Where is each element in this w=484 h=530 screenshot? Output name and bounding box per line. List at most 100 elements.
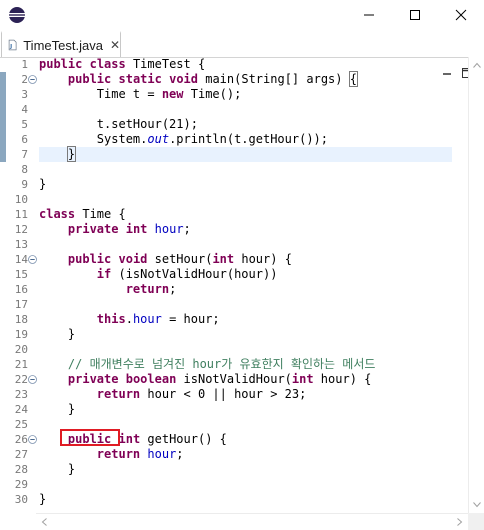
code-line[interactable]: 14 public void setHour(int hour) { [0,252,468,267]
line-number: 11 [14,208,28,221]
code-text[interactable]: // 매개변수로 넘겨진 hour가 유효한지 확인하는 메서드 [39,357,376,372]
code-line[interactable]: 16 return; [0,282,468,297]
line-number: 1 [21,58,28,71]
code-text[interactable]: System.out.println(t.getHour()); [39,132,328,147]
maximize-button[interactable] [392,0,438,30]
code-editor[interactable]: 1 public class TimeTest {2 public static … [0,57,468,513]
code-line[interactable]: 10 [0,192,468,207]
highlight-box [60,429,120,446]
line-number: 8 [21,163,28,176]
minimize-button[interactable] [346,0,392,30]
line-number: 12 [14,223,28,236]
code-text[interactable]: public class TimeTest { [39,57,205,72]
code-text[interactable]: return; [39,282,177,297]
horizontal-scrollbar[interactable] [36,513,468,530]
line-number: 29 [14,478,28,491]
editor-tab-bar: J TimeTest.java ✕ [0,30,484,78]
code-line[interactable]: 17 [0,297,468,312]
line-number: 9 [21,178,28,191]
code-text[interactable]: if (isNotValidHour(hour)) [39,267,278,282]
line-number: 25 [14,418,28,431]
code-line[interactable]: 3 Time t = new Time(); [0,87,468,102]
code-text[interactable]: } [39,177,46,192]
code-text[interactable]: } [39,462,75,477]
code-text[interactable]: private int hour; [39,222,191,237]
line-number: 14 [14,253,28,266]
code-line[interactable]: 28 } [0,462,468,477]
code-text[interactable]: } [39,492,46,507]
code-line[interactable]: 27 return hour; [0,447,468,462]
tab-timetest-java[interactable]: J TimeTest.java ✕ [1,31,121,57]
line-number: 18 [14,313,28,326]
line-number: 27 [14,448,28,461]
scroll-down-icon[interactable] [469,497,484,513]
line-number: 19 [14,328,28,341]
code-text[interactable]: t.setHour(21); [39,117,198,132]
minimize-icon [364,14,374,16]
code-text[interactable]: public static void main(String[] args) { [39,71,358,87]
code-line[interactable]: 2 public static void main(String[] args)… [0,71,468,87]
line-number: 6 [21,133,28,146]
code-line[interactable]: 29 [0,477,468,492]
code-text[interactable]: } [39,146,77,162]
eclipse-icon [9,7,25,23]
tab-label: TimeTest.java [23,37,103,53]
scroll-left-icon[interactable] [36,514,52,530]
code-line[interactable]: 19 } [0,327,468,342]
code-line[interactable]: 22 private boolean isNotValidHour(int ho… [0,372,468,387]
code-line[interactable]: 12 private int hour; [0,222,468,237]
code-line[interactable]: 18 this.hour = hour; [0,312,468,327]
close-button[interactable] [438,0,484,30]
line-number: 22 [14,373,28,386]
code-line[interactable]: 6 System.out.println(t.getHour()); [0,132,468,147]
code-text[interactable]: return hour; [39,447,184,462]
line-number: 13 [14,238,28,251]
code-line[interactable]: 4 [0,102,468,117]
code-text[interactable]: private boolean isNotValidHour(int hour)… [39,372,371,387]
fold-toggle-icon[interactable] [28,255,37,264]
code-text[interactable]: } [39,402,75,417]
fold-toggle-icon[interactable] [28,435,37,444]
line-number: 26 [14,433,28,446]
code-line[interactable]: 15 if (isNotValidHour(hour)) [0,267,468,282]
code-line[interactable]: 8 [0,162,468,177]
code-text[interactable]: Time t = new Time(); [39,87,242,102]
code-text[interactable]: this.hour = hour; [39,312,220,327]
code-text[interactable]: public void setHour(int hour) { [39,252,292,267]
line-number: 23 [14,388,28,401]
vertical-scrollbar[interactable] [468,57,484,513]
scroll-right-icon[interactable] [452,514,468,530]
scroll-up-icon[interactable] [469,57,484,73]
code-line[interactable]: 1 public class TimeTest { [0,57,468,72]
code-line[interactable]: 20 [0,342,468,357]
line-number: 16 [14,283,28,296]
close-icon [455,9,467,21]
code-line[interactable]: 7 } [21,146,452,162]
code-text[interactable]: return hour < 0 || hour > 23; [39,387,307,402]
java-file-icon: J [8,39,17,51]
line-number: 3 [21,88,28,101]
code-line[interactable]: 24 } [0,402,468,417]
fold-toggle-icon[interactable] [28,375,37,384]
line-number: 30 [14,493,28,506]
code-line[interactable]: 21 // 매개변수로 넘겨진 hour가 유효한지 확인하는 메서드 [0,357,468,372]
line-number: 2 [21,73,28,86]
line-number: 28 [14,463,28,476]
maximize-icon [410,10,420,20]
line-number: 7 [21,148,28,161]
code-text[interactable]: class Time { [39,207,126,222]
line-number: 5 [21,118,28,131]
code-line[interactable]: 9} [0,177,468,192]
code-text[interactable]: } [39,327,75,342]
code-line[interactable]: 13 [0,237,468,252]
svg-text:J: J [9,44,12,50]
line-number: 17 [14,298,28,311]
code-line[interactable]: 5 t.setHour(21); [0,117,468,132]
code-line[interactable]: 23 return hour < 0 || hour > 23; [0,387,468,402]
fold-toggle-icon[interactable] [28,75,37,84]
line-number: 10 [14,193,28,206]
tab-close-icon[interactable]: ✕ [110,38,120,52]
code-line[interactable]: 11 class Time { [0,207,468,222]
code-line[interactable]: 30} [0,492,468,507]
title-bar [0,0,484,30]
